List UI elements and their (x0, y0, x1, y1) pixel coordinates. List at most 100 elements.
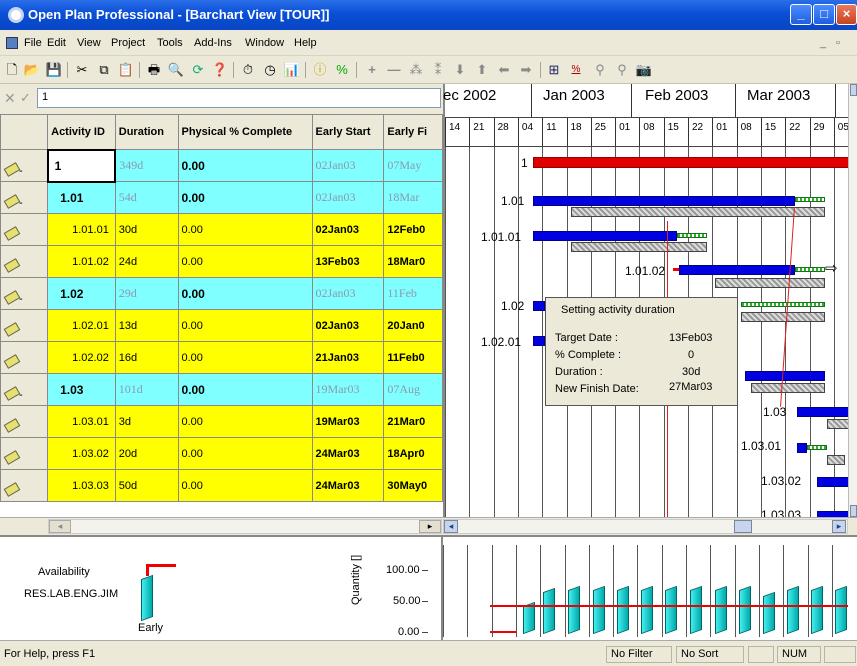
menu-project[interactable]: Project (111, 37, 145, 49)
cut-icon[interactable]: ✂ (72, 60, 92, 80)
cell-duration[interactable]: 16d (114, 341, 179, 374)
cell-activity-id[interactable]: 1.02 (47, 277, 116, 310)
row-header[interactable] (0, 437, 49, 470)
cell-early-finish[interactable]: 07May (383, 149, 443, 182)
menu-add-ins[interactable]: Add-Ins (194, 37, 232, 49)
col-header-early-start[interactable]: Early Start (311, 114, 385, 150)
maximize-button[interactable]: □ (813, 4, 835, 25)
cell-duration[interactable]: 29d (114, 277, 179, 310)
grid-hscrollbar[interactable]: ◂ ▸ (48, 519, 442, 534)
save-icon[interactable]: 💾 (44, 60, 64, 80)
cell-activity-id[interactable]: 1.03.03 (47, 469, 116, 502)
cell-activity-id[interactable]: 1.03.02 (47, 437, 116, 470)
camera-icon[interactable]: 📷 (634, 60, 654, 80)
scroll-up-icon[interactable] (850, 84, 857, 96)
menu-tools[interactable]: Tools (157, 37, 183, 49)
activity-bar-1-01-02[interactable] (679, 265, 795, 275)
summary-bar-1-01[interactable] (533, 196, 795, 206)
menu-window[interactable]: Window (245, 37, 284, 49)
cell-early-start[interactable]: 13Feb03 (311, 245, 385, 278)
cell-pct-complete[interactable]: 0.00 (177, 149, 313, 182)
cell-early-finish[interactable]: 30May0 (383, 469, 443, 502)
close-button[interactable]: × (836, 4, 857, 25)
cell-duration[interactable]: 54d (114, 181, 179, 214)
row-header[interactable]: - (0, 149, 49, 182)
cell-activity-id[interactable]: 1.01.02 (47, 245, 116, 278)
table-row[interactable]: 1.03.02 20d 0.00 24Mar03 18Apr0 (0, 437, 443, 470)
col-header-pct-complete[interactable]: Physical % Complete (177, 114, 313, 150)
cell-duration[interactable]: 30d (114, 213, 179, 246)
clock-icon[interactable]: ⏱ (238, 60, 258, 80)
cell-pct-complete[interactable]: 0.00 (177, 213, 313, 246)
scroll-left-icon[interactable]: ◂ (444, 520, 458, 533)
edit-pencil-icon[interactable] (3, 225, 21, 241)
edit-pencil-icon[interactable] (3, 289, 21, 305)
cell-pct-complete[interactable]: 0.00 (177, 373, 313, 406)
print-preview-icon[interactable]: 🔍 (166, 60, 186, 80)
row-header[interactable] (0, 469, 49, 502)
row-header[interactable] (0, 309, 49, 342)
cell-early-start[interactable]: 19Mar03 (311, 405, 385, 438)
table-row[interactable]: 1.03.03 50d 0.00 24Mar03 30May0 (0, 469, 443, 502)
cell-pct-complete[interactable]: 0.00 (177, 309, 313, 342)
cell-early-start[interactable]: 19Mar03 (311, 373, 385, 406)
cell-early-finish[interactable]: 11Feb0 (383, 341, 443, 374)
add-icon[interactable]: + (362, 60, 382, 80)
cell-early-start[interactable]: 21Jan03 (311, 341, 385, 374)
chart-icon[interactable]: 📊 (282, 60, 302, 80)
vertical-scrollbar[interactable] (848, 84, 857, 517)
table-row[interactable]: -1.02 29d 0.00 02Jan03 11Feb (0, 277, 443, 310)
arrow-right-icon[interactable]: ➡ (516, 60, 536, 80)
cell-early-finish[interactable]: 18Apr0 (383, 437, 443, 470)
edit-pencil-icon[interactable] (3, 321, 21, 337)
cell-activity-id[interactable]: 1 (46, 148, 117, 183)
cell-pct-complete[interactable]: 0.00 (177, 405, 313, 438)
row-header[interactable]: - (0, 277, 49, 310)
cell-early-start[interactable]: 02Jan03 (311, 149, 385, 182)
table-row[interactable]: -1.03 101d 0.00 19Mar03 07Aug (0, 373, 443, 406)
edit-pencil-icon[interactable] (3, 385, 21, 401)
gantt-hscrollbar[interactable]: ◂ ▸ (443, 519, 848, 534)
table-row[interactable]: 1.02.01 13d 0.00 02Jan03 20Jan0 (0, 309, 443, 342)
mdi-minimize-icon[interactable]: _ (820, 37, 826, 49)
activity-bar-1-02-02[interactable] (745, 371, 825, 381)
cell-activity-id[interactable]: 1.03.01 (47, 405, 116, 438)
cell-duration[interactable]: 24d (114, 245, 179, 278)
cell-early-start[interactable]: 02Jan03 (311, 309, 385, 342)
open-icon[interactable]: 📂 (22, 60, 42, 80)
summary-bar-1[interactable] (533, 157, 848, 168)
scroll-right-icon[interactable]: ▸ (832, 520, 846, 533)
refresh-icon[interactable]: ⟳ (188, 60, 208, 80)
cell-pct-complete[interactable]: 0.00 (177, 277, 313, 310)
app-icon[interactable] (8, 7, 24, 23)
info-icon[interactable]: ⓘ (310, 60, 330, 80)
cancel-edit-icon[interactable]: ✕ (4, 90, 18, 106)
cell-early-start[interactable]: 02Jan03 (311, 277, 385, 310)
cell-duration[interactable]: 3d (114, 405, 179, 438)
arrow-left-icon[interactable]: ⬅ (494, 60, 514, 80)
edit-pencil-icon[interactable] (3, 353, 21, 369)
scroll-thumb[interactable] (734, 520, 752, 533)
table-row[interactable]: 1.01.02 24d 0.00 13Feb03 18Mar0 (0, 245, 443, 278)
row-header[interactable] (0, 245, 49, 278)
col-header-early-finish[interactable]: Early Fi (383, 114, 443, 150)
scroll-right-icon[interactable]: ▸ (419, 520, 441, 533)
table-row[interactable]: -1 349d 0.00 02Jan03 07May (0, 148, 443, 183)
arrow-up-icon[interactable]: ⬆ (472, 60, 492, 80)
unlink-icon[interactable]: ⁑ (428, 60, 448, 80)
menu-edit[interactable]: Edit (47, 37, 66, 49)
table-row[interactable]: -1.01 54d 0.00 02Jan03 18Mar (0, 181, 443, 214)
doc-icon[interactable] (6, 37, 18, 49)
remove-icon[interactable]: — (384, 60, 404, 80)
col-header-activity-id[interactable]: Activity ID (47, 114, 116, 150)
new-icon[interactable]: 🗋 (2, 60, 22, 80)
paste-icon[interactable]: 📋 (116, 60, 136, 80)
cell-pct-complete[interactable]: 0.00 (177, 469, 313, 502)
cell-early-start[interactable]: 02Jan03 (311, 213, 385, 246)
cell-early-finish[interactable]: 21Mar0 (383, 405, 443, 438)
copy-icon[interactable]: ⧉ (94, 60, 114, 80)
cell-duration[interactable]: 50d (114, 469, 179, 502)
cell-early-finish[interactable]: 12Feb0 (383, 213, 443, 246)
mdi-restore-icon[interactable]: ▫ (836, 37, 840, 49)
cell-early-start[interactable]: 24Mar03 (311, 469, 385, 502)
